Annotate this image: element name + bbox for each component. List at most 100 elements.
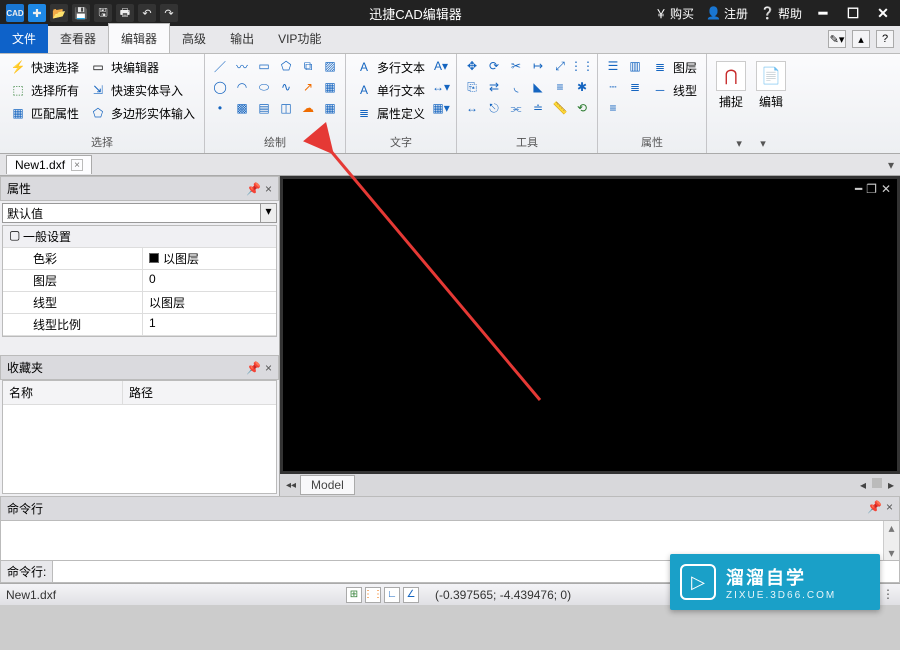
layout-prev-icon[interactable]: ◂◂ [286,480,296,491]
quick-entity-import-button[interactable]: ⇲快速实体导入 [86,80,198,100]
rect-icon[interactable]: ▭ [255,57,273,75]
register-button[interactable]: 👤注册 [706,5,748,22]
pin-icon[interactable]: 📌 [246,361,261,375]
layer-button[interactable]: ≣图层 [648,57,700,77]
multi-text-button[interactable]: A多行文本 [352,57,428,77]
pin-icon[interactable]: 📌 [246,182,261,196]
sync-icon[interactable]: ⟲ [573,99,591,117]
image-icon[interactable]: ▦ [321,78,339,96]
color-icon[interactable]: ▥ [626,57,644,75]
default-combo[interactable]: ▾ [2,203,277,223]
close-button[interactable]: ✕ [874,5,892,22]
tab-viewer[interactable]: 查看器 [48,24,108,53]
command-scrollbar[interactable]: ▴▾ [883,521,899,560]
prop-value[interactable]: 1 [143,314,162,335]
layer-manager-icon[interactable]: ☰ [604,57,622,75]
scale-icon[interactable]: ⤢ [551,57,569,75]
tab-editor[interactable]: 编辑器 [108,23,170,53]
polyline-icon[interactable]: 〰 [233,57,251,75]
lineweight-icon[interactable]: ≡ [604,99,622,117]
match-props-button[interactable]: ▦匹配属性 [6,103,82,123]
save-as-icon[interactable]: 🖫 [94,4,112,22]
prop-section-row[interactable]: ▢ 一般设置 [3,226,276,248]
command-panel-header[interactable]: 命令行 📌× [0,496,900,521]
status-more-icon[interactable]: ⋮ [882,587,894,603]
linetype-manager-icon[interactable]: ┄ [604,78,622,96]
polar-toggle-icon[interactable]: ∠ [403,587,419,603]
tabs-overflow-icon[interactable]: ▾ [888,158,894,172]
copy-icon[interactable]: ⎘ [463,78,481,96]
new-file-icon[interactable]: ✚ [28,4,46,22]
help-button[interactable]: ❔帮助 [760,5,802,22]
construction-line-icon[interactable]: ↗ [299,78,317,96]
edit-button[interactable]: 📄 编辑 [753,57,789,110]
align-icon[interactable]: ≐ [529,99,547,117]
text-style-icon[interactable]: A▾ [432,57,450,75]
prop-value[interactable]: 0 [143,270,162,291]
scroll-thumb[interactable] [872,478,882,488]
break-icon[interactable]: ⎋ [485,99,503,117]
trim-icon[interactable]: ✂ [507,57,525,75]
redo-icon[interactable]: ↷ [160,4,178,22]
explode-icon[interactable]: ✱ [573,78,591,96]
scroll-right-icon[interactable]: ▸ [888,478,894,492]
default-combo-input[interactable] [2,203,261,223]
help-ribbon-icon[interactable]: ? [876,30,894,48]
pin-icon[interactable]: 📌 [867,500,882,517]
rotate-icon[interactable]: ⟳ [485,57,503,75]
attr-def-button[interactable]: ≣属性定义 [352,103,428,123]
spline-icon[interactable]: ∿ [277,78,295,96]
stretch-icon[interactable]: ↔ [463,99,481,117]
circle-icon[interactable]: ◯ [211,78,229,96]
drawing-canvas[interactable]: ━ ❐ ✕ [283,179,897,471]
undo-icon[interactable]: ↶ [138,4,156,22]
ellipse-icon[interactable]: ⬭ [255,78,273,96]
extend-icon[interactable]: ↦ [529,57,547,75]
join-icon[interactable]: ⫘ [507,99,525,117]
close-panel-icon[interactable]: × [886,500,893,517]
move-icon[interactable]: ✥ [463,57,481,75]
block-editor-button[interactable]: ▭块编辑器 [86,57,198,77]
point-icon[interactable]: • [211,99,229,117]
print-icon[interactable]: 🖶 [116,4,134,22]
file-tab[interactable]: New1.dxf × [6,155,92,174]
capture-button[interactable]: ⋂ 捕捉 [713,57,749,110]
maximize-button[interactable]: ☐ [844,5,862,22]
hatch-icon[interactable]: ▩ [233,99,251,117]
properties-panel-header[interactable]: 属性 📌× [0,176,279,201]
table-icon[interactable]: ▦ [321,99,339,117]
canvas-close-icon[interactable]: ✕ [881,182,891,196]
boundary-icon[interactable]: ◫ [277,99,295,117]
canvas-restore-icon[interactable]: ❐ [866,182,877,196]
close-panel-icon[interactable]: × [265,361,272,375]
combo-dropdown-icon[interactable]: ▾ [261,203,277,223]
prop-row[interactable]: 线型比例 1 [3,314,276,336]
tab-advanced[interactable]: 高级 [170,24,218,53]
prop-value[interactable]: 以图层 [143,248,205,269]
snap-toggle-icon[interactable]: ⊞ [346,587,362,603]
polygon-entity-input-button[interactable]: ⬠多边形实体输入 [86,103,198,123]
model-tab[interactable]: Model [300,475,355,495]
style-dropdown-icon[interactable]: ✎▾ [828,30,846,48]
polygon-icon[interactable]: ⬠ [277,57,295,75]
chamfer-icon[interactable]: ◣ [529,78,547,96]
select-all-button[interactable]: ⬚选择所有 [6,80,82,100]
scroll-left-icon[interactable]: ◂ [860,478,866,492]
measure-icon[interactable]: 📏 [551,99,569,117]
close-panel-icon[interactable]: × [265,182,272,196]
line-icon[interactable]: ／ [211,57,229,75]
array-icon[interactable]: ⋮⋮ [573,57,591,75]
minimize-button[interactable]: ━ [814,5,832,22]
quick-select-button[interactable]: ⚡快速选择 [6,57,82,77]
buy-button[interactable]: ￥购买 [655,5,694,22]
prop-row[interactable]: 线型 以图层 [3,292,276,314]
region-icon[interactable]: ▤ [255,99,273,117]
ortho-toggle-icon[interactable]: ∟ [384,587,400,603]
canvas-minimize-icon[interactable]: ━ [855,182,862,196]
single-text-button[interactable]: A单行文本 [352,80,428,100]
grid-toggle-icon[interactable]: ⋮⋮ [365,587,381,603]
favorites-panel-header[interactable]: 收藏夹 📌× [0,355,279,380]
open-file-icon[interactable]: 📂 [50,4,68,22]
tab-file[interactable]: 文件 [0,24,48,53]
close-tab-icon[interactable]: × [71,159,83,171]
